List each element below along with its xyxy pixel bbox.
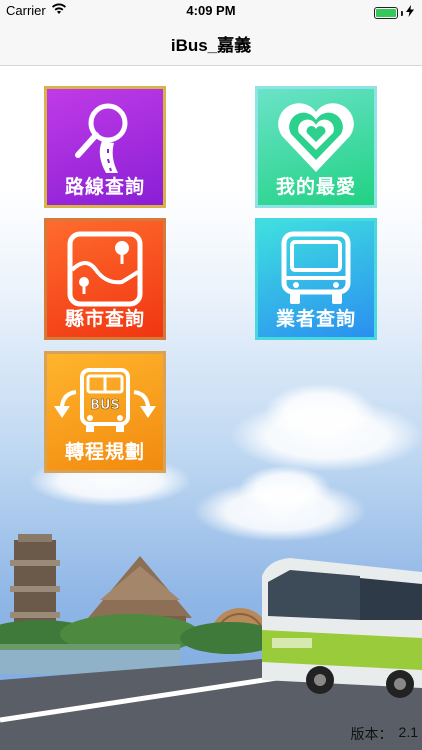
- main-menu: 路線查詢 我的最愛 縣市查詢 業者查詢 BUS 轉程規劃 版本： 2.1: [0, 66, 422, 750]
- cloud-decoration: [265, 384, 375, 439]
- navigation-bar: iBus_嘉義: [0, 22, 422, 66]
- transfer-planning-button[interactable]: BUS 轉程規劃: [44, 351, 166, 473]
- heart-icon: [258, 97, 374, 177]
- operator-query-button[interactable]: 業者查詢: [255, 218, 377, 340]
- battery-tip: [401, 10, 403, 16]
- status-right: [374, 4, 414, 22]
- cloud-decoration: [240, 466, 330, 511]
- version-info: 版本： 2.1: [351, 724, 418, 744]
- status-bar: Carrier 4:09 PM: [0, 0, 422, 22]
- page-title: iBus_嘉義: [170, 36, 252, 55]
- map-pin-icon: [47, 229, 163, 309]
- bus-front-icon: [258, 229, 374, 309]
- status-time: 4:09 PM: [186, 3, 236, 18]
- operator-query-label: 業者查詢: [275, 308, 356, 330]
- county-query-button[interactable]: 縣市查詢: [44, 218, 166, 340]
- magnifier-road-icon: [47, 97, 163, 177]
- favorites-label: 我的最愛: [275, 176, 356, 198]
- route-query-label: 路線查詢: [64, 176, 145, 198]
- bus-sign-text: BUS: [90, 398, 120, 413]
- version-value: 2.1: [398, 724, 418, 740]
- battery-icon: [374, 7, 398, 19]
- favorites-button[interactable]: 我的最愛: [255, 86, 377, 208]
- transfer-planning-label: 轉程規劃: [64, 441, 145, 463]
- county-query-label: 縣市查詢: [64, 308, 145, 330]
- route-query-button[interactable]: 路線查詢: [44, 86, 166, 208]
- bolt-icon: [406, 4, 414, 22]
- version-label: 版本：: [350, 726, 393, 742]
- chiayi-scenery-image: [0, 520, 422, 750]
- bus-arrows-icon: BUS: [47, 362, 163, 442]
